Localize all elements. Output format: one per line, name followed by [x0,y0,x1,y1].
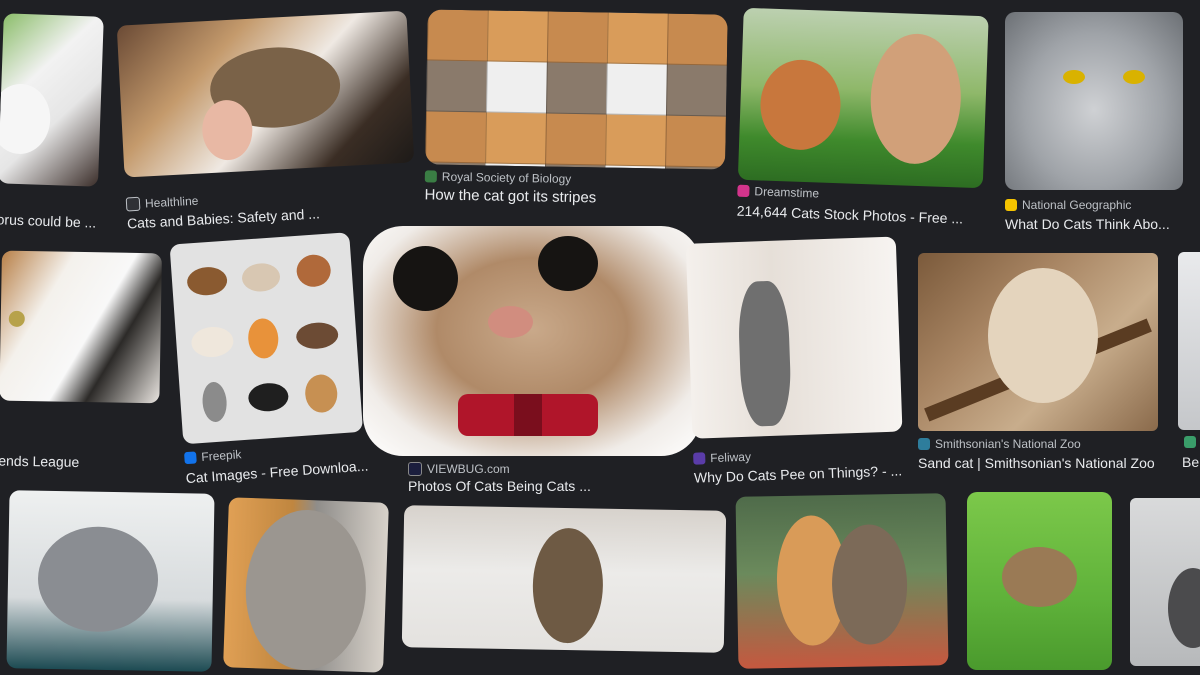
result-thumbnail-2[interactable] [116,10,415,178]
result-source-label-3: Royal Society of Biology [441,169,572,186]
result-card-3[interactable]: Royal Society of Biology How the cat got… [424,9,728,214]
cat-shape [988,268,1098,403]
cat-illustration [241,262,281,293]
cat-eye-shape [538,236,598,291]
result-source-7: Freepik [184,447,242,465]
result-thumbnail-14[interactable] [401,505,727,653]
result-source-5: National Geographic [1005,198,1131,212]
freepik-icon [184,451,197,465]
result-card-4[interactable]: Dreamstime 214,644 Cats Stock Photos - F… [736,7,989,231]
cat-eye-shape [393,246,458,311]
result-source-label-9: Feliway [710,449,752,466]
kitten-shape [37,525,159,633]
result-source-9: Feliway [693,450,751,466]
result-title-4[interactable]: 214,644 Cats Stock Photos - Free ... [736,203,963,227]
result-source-label-4: Dreamstime [754,184,820,201]
healthline-icon [125,196,141,212]
feliway-icon [693,452,706,465]
result-thumbnail-9[interactable] [685,236,903,439]
result-thumbnail-11[interactable] [1178,252,1200,430]
cat-face-shape [0,82,52,155]
result-card-6[interactable]: ends League [0,250,167,479]
result-source-8: VIEWBUG.com [408,462,510,476]
cat-illustration [246,317,280,360]
dreamstime-icon [737,184,750,198]
result-title-6[interactable]: ends League [0,453,79,470]
cat-nose-shape [488,306,533,338]
result-source-label-10: Smithsonian's National Zoo [935,437,1081,451]
cat-shape [868,32,963,166]
result-card-1[interactable]: orus could be ... [0,13,104,236]
cat-illustration [295,321,340,351]
result-title-3[interactable]: How the cat got its stripes [424,186,596,206]
cat-illustration [190,325,235,359]
site-icon [1184,436,1196,448]
result-source-label-5: National Geographic [1022,198,1132,212]
result-source-3: Royal Society of Biology [424,169,572,186]
result-card-7[interactable]: Freepik Cat Images - Free Downloa... [169,232,372,494]
result-thumbnail-6[interactable] [0,250,162,404]
result-card-11[interactable]: Be [1178,252,1200,477]
result-title-5[interactable]: What Do Cats Think Abo... [1005,216,1170,232]
result-title-1[interactable]: orus could be ... [0,211,97,230]
cat-eye-shape [1063,70,1085,84]
kitten-shape [1002,547,1077,607]
cat-illustration [303,373,339,414]
result-thumbnail-17[interactable] [1130,498,1200,666]
result-source-10: Smithsonian's National Zoo [918,437,1081,451]
result-title-8[interactable]: Photos Of Cats Being Cats ... [408,478,591,494]
cat-illustration [247,381,290,413]
result-thumbnail-1[interactable] [0,13,104,187]
result-title-11[interactable]: Be [1182,454,1199,470]
result-thumbnail-15[interactable] [735,493,949,669]
result-thumbnail-13[interactable] [223,497,389,673]
result-source-label-7: Freepik [200,447,242,465]
cat-shape [737,280,793,427]
result-card-9[interactable]: Feliway Why Do Cats Pee on Things? - ... [685,236,909,488]
result-card-8[interactable]: VIEWBUG.com Photos Of Cats Being Cats ..… [363,226,703,496]
result-thumbnail-4[interactable] [737,7,989,189]
result-thumbnail-12[interactable] [6,490,215,672]
cat-shape [243,507,369,673]
cat-shape [531,527,604,644]
result-title-9[interactable]: Why Do Cats Pee on Things? - ... [694,462,903,485]
result-thumbnail-5[interactable] [1005,12,1183,190]
viewbug-icon [408,462,422,476]
result-source-label-8: VIEWBUG.com [427,462,510,476]
result-source-11 [1184,436,1196,448]
result-card-5[interactable]: National Geographic What Do Cats Think A… [1005,12,1185,237]
smithsonian-icon [918,438,930,450]
cat-illustration [186,265,229,297]
result-source-4: Dreamstime [737,184,819,201]
result-card-10[interactable]: Smithsonian's National Zoo Sand cat | Sm… [918,253,1163,478]
cat-shape [1168,568,1200,648]
result-thumbnail-10[interactable] [918,253,1158,431]
cat-illustration [295,253,332,288]
result-card-2[interactable]: Healthline Cats and Babies: Safety and .… [116,10,418,236]
result-thumbnail-7[interactable] [169,232,364,445]
result-source-2: Healthline [125,193,199,212]
cat-eye-shape [1123,70,1145,84]
cat-illustration [201,381,228,423]
cat-eye-shape [8,310,25,327]
national-geographic-icon [1005,199,1017,211]
result-thumbnail-3[interactable] [425,9,728,170]
bow-tie-shape [458,394,598,436]
kitten-shape [831,523,909,646]
cat-shape [758,58,843,152]
result-thumbnail-8[interactable] [363,226,701,456]
result-title-10[interactable]: Sand cat | Smithsonian's National Zoo [918,455,1155,471]
result-source-label-2: Healthline [144,193,199,211]
royal-society-icon [424,170,437,183]
result-thumbnail-16[interactable] [967,492,1112,670]
